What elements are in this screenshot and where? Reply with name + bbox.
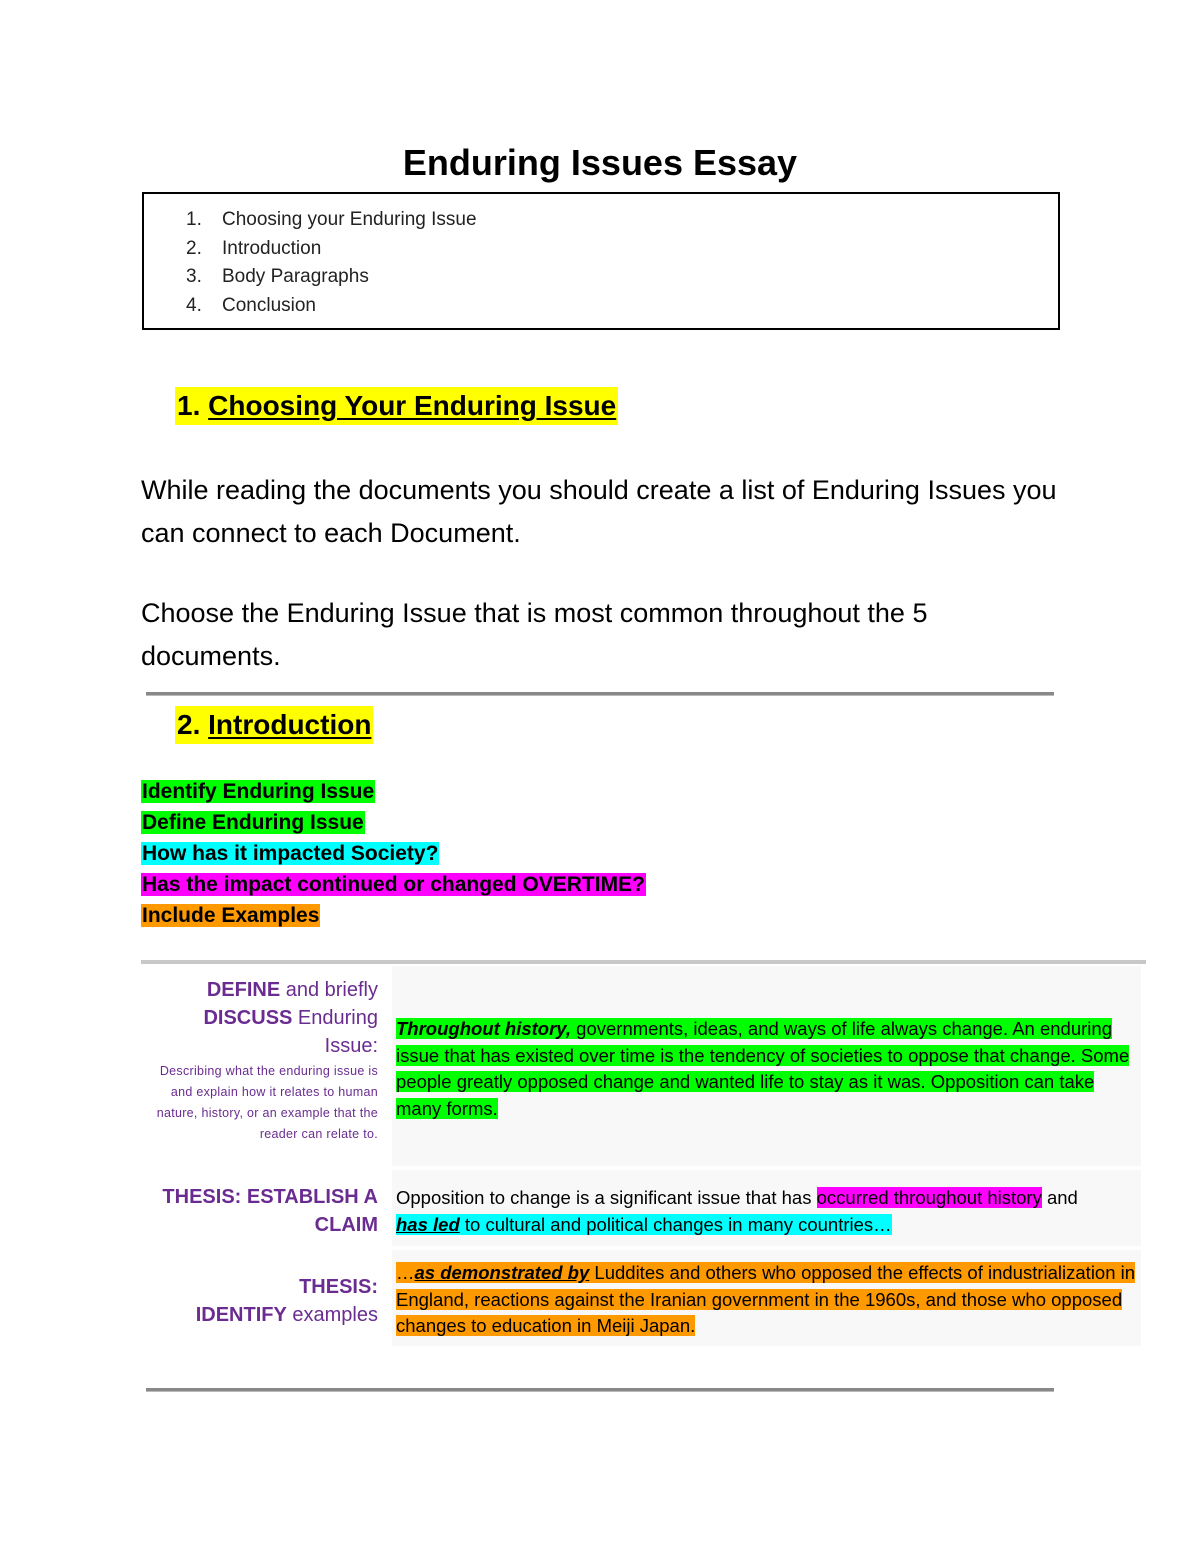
toc-item-number: 1. (186, 209, 202, 230)
toc-item-number: 2. (186, 237, 202, 259)
row-3-content-cell: …as demonstrated by Luddites and others … (392, 1250, 1141, 1346)
document-title: Enduring Issues Essay (402, 142, 798, 183)
emphasis-text: has led (396, 1213, 460, 1235)
horizontal-divider (146, 692, 1054, 696)
label-text: Enduring (292, 1007, 378, 1029)
checklist-item: Define Enduring Issue (141, 811, 365, 834)
emphasis-text: as demonstrated by (414, 1262, 590, 1283)
toc-item-label: Conclusion (222, 294, 316, 316)
label-text: THESIS: (299, 1276, 378, 1298)
toc-item-number: 3. (186, 266, 202, 287)
toc-item-number: 4. (186, 294, 202, 316)
row-1-content: Throughout history, governments, ideas, … (396, 1016, 1138, 1122)
toc-item-label: Introduction (222, 237, 322, 259)
section-1-paragraph-2: Choose the Enduring Issue that is most c… (141, 598, 928, 671)
row-3-content: …as demonstrated by Luddites and others … (396, 1260, 1138, 1340)
section-1-heading: 1. Choosing Your Enduring Issue (175, 387, 619, 425)
toc-item-label: Choosing your Enduring Issue (222, 209, 477, 230)
row-2-label: THESIS: ESTABLISH A CLAIM (141, 1183, 378, 1239)
toc-item: 4. Conclusion (186, 292, 477, 321)
label-description: Describing what the enduring issue is an… (156, 1064, 378, 1141)
row-1-content-cell: Throughout history, governments, ideas, … (392, 966, 1141, 1166)
body-text: to cultural and political changes in man… (459, 1213, 892, 1235)
section-1-number: 1. (177, 390, 201, 421)
label-text: THESIS: ESTABLISH A (162, 1186, 378, 1208)
checklist-item: Has the impact continued or changed OVER… (141, 873, 646, 896)
section-2-number: 2. (177, 709, 201, 740)
checklist-item: How has it impacted Society? (141, 842, 440, 865)
label-text: examples (286, 1304, 378, 1326)
section-2-title: Introduction (208, 709, 372, 740)
toc-item-label: Body Paragraphs (222, 266, 369, 287)
label-text: and briefly (280, 979, 378, 1001)
section-1-paragraph-1: While reading the documents you should c… (141, 475, 1057, 548)
label-text: Issue: (324, 1035, 378, 1057)
highlighted-phrase: occurred throughout history (816, 1187, 1042, 1208)
section-2-heading: 2. Introduction (175, 706, 374, 744)
checklist-item: Include Examples (141, 904, 321, 927)
toc-list: 1. Choosing your Enduring Issue 2. Introdu… (186, 206, 477, 320)
emphasis-text: Throughout history, (396, 1018, 572, 1039)
body-text: and (1041, 1187, 1078, 1208)
label-text: CLAIM (314, 1214, 378, 1236)
label-keyword: IDENTIFY (195, 1304, 287, 1326)
toc-item: 1. Choosing your Enduring Issue (186, 206, 477, 235)
label-keyword: DEFINE (206, 979, 281, 1001)
row-2-content-cell: Opposition to change is a significant is… (392, 1170, 1141, 1246)
checklist-item: Identify Enduring Issue (141, 780, 376, 803)
table-top-border (141, 960, 1146, 964)
introduction-checklist: Identify Enduring Issue Define Enduring … (141, 776, 646, 931)
body-text: … (396, 1262, 415, 1283)
toc-item: 3. Body Paragraphs (186, 263, 477, 292)
body-text: Opposition to change is a significant is… (396, 1187, 817, 1208)
row-1-label: DEFINE and briefly DISCUSS Enduring Issu… (141, 976, 378, 1145)
row-3-label: THESIS: IDENTIFY examples (141, 1273, 378, 1329)
table-of-contents: 1. Choosing your Enduring Issue 2. Introdu… (142, 192, 1060, 330)
section-1-title: Choosing Your Enduring Issue (208, 390, 617, 421)
row-2-content: Opposition to change is a significant is… (396, 1185, 1138, 1238)
toc-item: 2. Introduction (186, 235, 477, 264)
label-keyword: DISCUSS (203, 1007, 293, 1029)
horizontal-divider (146, 1388, 1054, 1392)
